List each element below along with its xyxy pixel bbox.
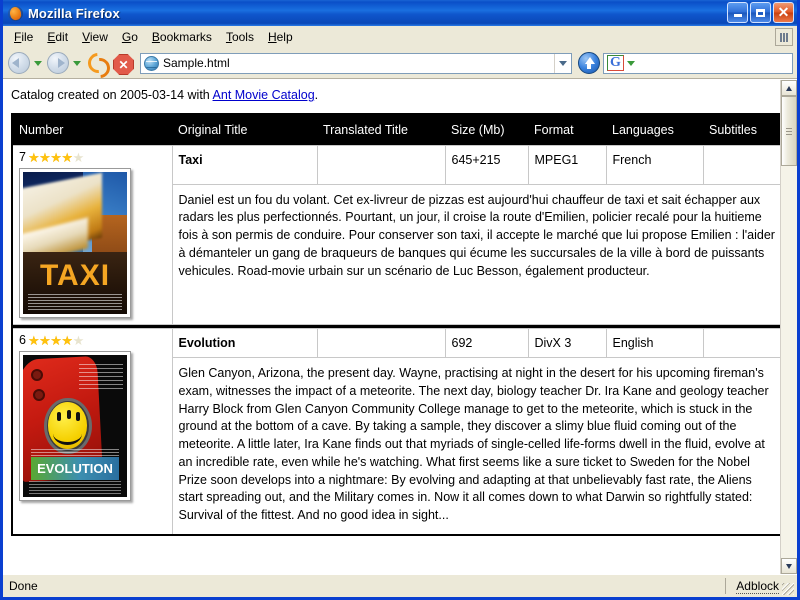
menu-tools[interactable]: Tools — [219, 28, 261, 46]
poster-title-text-2: EVOLUTION — [37, 461, 113, 477]
google-icon: G — [607, 55, 624, 71]
scroll-down-icon[interactable] — [781, 558, 797, 574]
search-bar[interactable]: G — [603, 52, 793, 74]
movie-number-cell-2: 6 ★★★★★ EVOLUTION — [12, 327, 173, 536]
browser-window: Mozilla Firefox ✕ File Edit View Go Book… — [0, 0, 800, 600]
arrow-left-icon — [12, 58, 19, 68]
movie-description-2: Glen Canyon, Arizona, the present day. W… — [172, 356, 780, 536]
movie-number-rating-2: 6 ★★★★★ — [19, 333, 168, 347]
menu-help[interactable]: Help — [261, 28, 300, 46]
globe-icon — [144, 55, 159, 71]
menu-view[interactable]: View — [75, 28, 115, 46]
content-area: Catalog created on 2005-03-14 with Ant M… — [3, 79, 797, 574]
movie-number-rating-1: 7 ★★★★★ — [19, 150, 168, 164]
movie-size-1: 645+215 — [444, 145, 529, 185]
movie-original-title-1: Taxi — [171, 145, 318, 185]
movie-subtitles-2 — [702, 328, 780, 358]
forward-history-chevron-down-icon[interactable] — [72, 51, 83, 75]
movie-description-1: Daniel est un fou du volant. Cet ex-livr… — [172, 183, 780, 326]
table-body: 7 ★★★★★ TAXI Taxi 645+215 MPEG1 French D… — [12, 145, 780, 536]
navigation-toolbar: ✕ Sample.html G — [3, 48, 797, 83]
search-engine-chevron-down-icon[interactable] — [626, 60, 635, 66]
scrollbar-track[interactable] — [781, 96, 797, 558]
movie-poster-2: EVOLUTION — [19, 351, 131, 501]
column-header-subtitles[interactable]: Subtitles — [703, 114, 780, 146]
movie-translated-title-1 — [316, 145, 446, 185]
column-header-languages[interactable]: Languages — [606, 114, 703, 146]
close-button[interactable]: ✕ — [773, 2, 794, 23]
catalog-intro-prefix: Catalog created on 2005-03-14 with — [11, 88, 213, 102]
movie-number-cell-1: 7 ★★★★★ TAXI — [12, 145, 173, 325]
firefox-icon — [7, 5, 24, 22]
column-header-size[interactable]: Size (Mb) — [445, 114, 528, 146]
scroll-up-icon[interactable] — [781, 80, 797, 96]
movie-format-1: MPEG1 — [527, 145, 607, 185]
movie-original-title-2: Evolution — [171, 328, 318, 358]
movie-poster-1: TAXI — [19, 168, 131, 318]
minimize-icon — [733, 14, 742, 17]
movie-subtitles-1 — [702, 145, 780, 185]
table-header-row: Number Original Title Translated Title S… — [12, 114, 780, 146]
column-header-translated-title[interactable]: Translated Title — [317, 114, 445, 146]
table-header: Number Original Title Translated Title S… — [12, 114, 780, 146]
catalog-intro: Catalog created on 2005-03-14 with Ant M… — [11, 88, 774, 102]
ant-movie-catalog-link[interactable]: Ant Movie Catalog — [213, 88, 315, 102]
column-header-format[interactable]: Format — [528, 114, 606, 146]
rating-stars-1: ★★★★★ — [27, 149, 84, 165]
toolbar-grip-icon[interactable] — [775, 28, 793, 46]
maximize-icon — [756, 8, 765, 17]
menu-edit[interactable]: Edit — [40, 28, 75, 46]
stop-icon: ✕ — [113, 54, 134, 75]
vertical-scrollbar[interactable] — [780, 80, 797, 574]
go-button[interactable] — [577, 51, 601, 75]
status-text: Done — [9, 579, 38, 593]
movie-languages-1: French — [605, 145, 704, 185]
poster-title-text-1: TAXI — [39, 259, 111, 293]
menu-go[interactable]: Go — [115, 28, 145, 46]
movie-number-1: 7 — [19, 150, 26, 164]
window-title: Mozilla Firefox — [28, 5, 120, 21]
column-header-number[interactable]: Number — [12, 114, 172, 146]
menu-file[interactable]: File — [7, 28, 40, 46]
table-row: 6 ★★★★★ EVOLUTION Evolution 692 DivX 3 E… — [12, 327, 780, 536]
window-controls: ✕ — [727, 2, 794, 23]
catalog-intro-suffix: . — [314, 88, 319, 102]
minimize-button[interactable] — [727, 2, 748, 23]
resize-grip-icon[interactable] — [781, 582, 795, 596]
movie-number-2: 6 — [19, 333, 26, 347]
movie-translated-title-2 — [316, 328, 446, 358]
web-page: Catalog created on 2005-03-14 with Ant M… — [3, 80, 780, 574]
url-input[interactable]: Sample.html — [163, 56, 554, 70]
close-icon: ✕ — [777, 4, 790, 20]
table-row: 7 ★★★★★ TAXI Taxi 645+215 MPEG1 French — [12, 145, 780, 325]
status-bar: Done Adblock — [3, 574, 797, 597]
url-bar[interactable]: Sample.html — [140, 52, 572, 74]
scrollbar-thumb[interactable] — [781, 96, 797, 166]
stop-button[interactable]: ✕ — [111, 51, 135, 75]
forward-button[interactable] — [46, 51, 70, 75]
back-history-chevron-down-icon[interactable] — [33, 51, 44, 75]
arrow-right-icon — [58, 58, 65, 68]
movie-format-2: DivX 3 — [527, 328, 607, 358]
back-button[interactable] — [7, 51, 31, 75]
column-header-original-title[interactable]: Original Title — [172, 114, 317, 146]
title-bar: Mozilla Firefox ✕ — [3, 0, 797, 26]
maximize-button[interactable] — [750, 2, 771, 23]
reload-button[interactable] — [83, 48, 115, 83]
movie-languages-2: English — [605, 328, 704, 358]
url-chevron-down-icon[interactable] — [554, 53, 571, 73]
menu-bar: File Edit View Go Bookmarks Tools Help — [3, 26, 797, 48]
rating-stars-2: ★★★★★ — [27, 332, 84, 348]
movies-table: Number Original Title Translated Title S… — [11, 113, 780, 536]
menu-bookmarks[interactable]: Bookmarks — [145, 28, 219, 46]
movie-size-2: 692 — [444, 328, 529, 358]
